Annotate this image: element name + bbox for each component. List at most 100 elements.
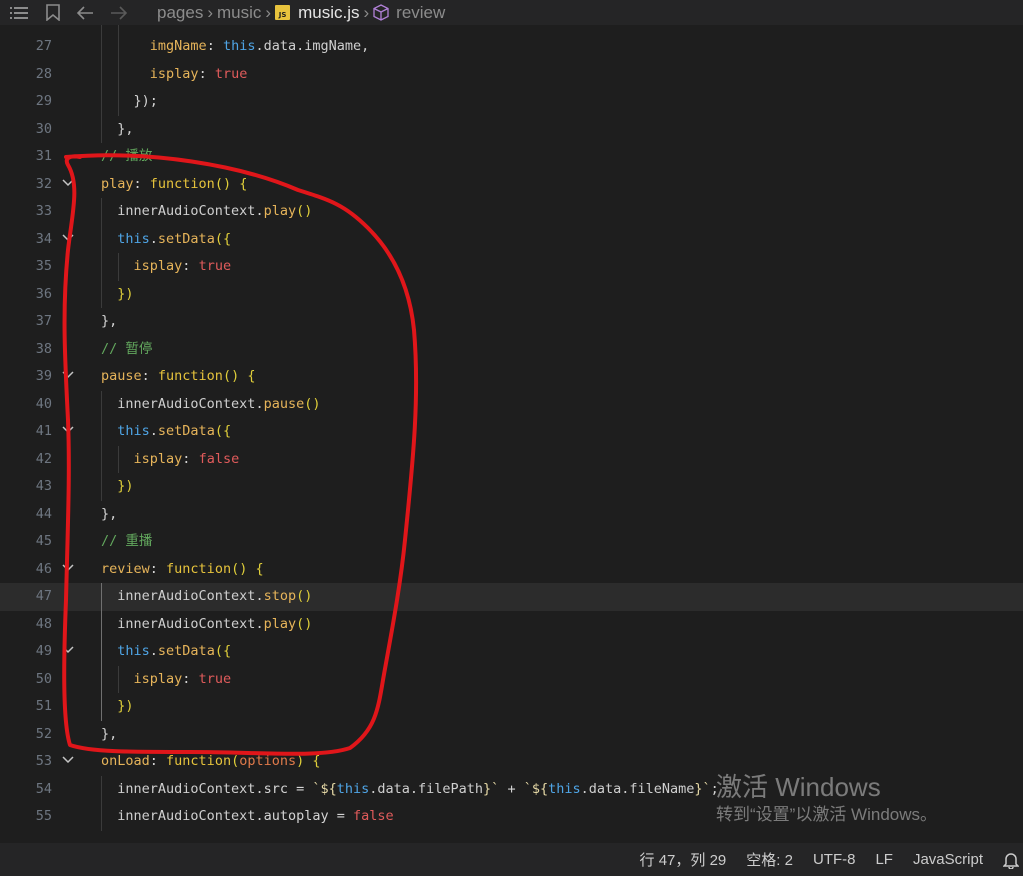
code-token: function [166, 560, 232, 577]
code-token: . [255, 615, 264, 632]
breadcrumb-item-pages[interactable]: pages [157, 3, 203, 23]
indent-guide [101, 583, 102, 721]
indentation-setting[interactable]: 空格: 2 [746, 849, 793, 870]
line-number: 27 [35, 38, 52, 54]
code-token: pause [263, 395, 305, 412]
line-number: 32 [35, 175, 52, 192]
code-token: function [149, 175, 215, 192]
line-number: 34 [35, 230, 52, 247]
code-line[interactable]: 36 }) [0, 281, 1023, 309]
breadcrumb-item-file[interactable]: music.js [298, 3, 359, 23]
line-number: 35 [35, 258, 52, 274]
fold-chevron-icon[interactable] [61, 556, 75, 584]
code-text: }); [101, 88, 158, 116]
code-line[interactable]: 46 review: function() { [0, 556, 1023, 584]
code-token: play [263, 203, 297, 219]
code-text: }) [101, 473, 134, 501]
line-number: 33 [35, 203, 52, 219]
code-line[interactable]: 27 imgName: this.data.imgName, [0, 33, 1023, 61]
code-line[interactable]: 37}, [0, 308, 1023, 336]
fold-chevron-icon[interactable] [61, 363, 75, 391]
indent-guide [101, 775, 102, 831]
code-token: () [304, 395, 321, 412]
code-text: this.setData({ [101, 418, 231, 446]
code-text: }, [101, 116, 133, 144]
eol-setting[interactable]: LF [875, 851, 893, 868]
code-line[interactable]: 44}, [0, 501, 1023, 529]
fold-chevron-icon[interactable] [61, 226, 75, 254]
arrow-left-icon[interactable] [68, 5, 102, 20]
breadcrumb-item-music[interactable]: music [217, 3, 261, 23]
line-number: 46 [35, 560, 52, 577]
language-mode[interactable]: JavaScript [913, 851, 983, 868]
code-token: function [166, 753, 232, 769]
indent-guide [101, 390, 102, 501]
code-line[interactable]: 41 this.setData({ [0, 418, 1023, 446]
code-token: `${ [523, 780, 549, 797]
line-number: 29 [35, 93, 52, 109]
code-line[interactable]: 29 }); [0, 88, 1023, 116]
code-token: : [182, 450, 199, 467]
code-text: review: function() { [101, 556, 264, 584]
line-number: 55 [35, 808, 52, 824]
fold-chevron-icon[interactable] [61, 171, 75, 199]
fold-chevron-icon[interactable] [61, 748, 75, 776]
code-line[interactable]: 52}, [0, 721, 1023, 749]
code-text: // 重播 [101, 528, 152, 556]
js-file-icon: JS [275, 5, 291, 20]
code-token: }, [101, 313, 118, 329]
bell-icon[interactable] [1003, 851, 1019, 869]
code-line[interactable]: 51 }) [0, 693, 1023, 721]
code-line[interactable]: 49 this.setData({ [0, 638, 1023, 666]
code-line[interactable]: 47 innerAudioContext.stop() [0, 583, 1023, 611]
activate-windows-watermark: 激活 Windows 转到“设置”以激活 Windows。 [716, 771, 937, 827]
code-editor[interactable]: 26 fileName: this.data.fileName,27 imgNa… [0, 25, 1023, 843]
code-line[interactable]: 33 innerAudioContext.play() [0, 198, 1023, 226]
code-token: .data.filePath [369, 780, 484, 797]
code-token: : [141, 368, 158, 384]
arrow-right-icon[interactable] [102, 5, 136, 20]
code-line[interactable]: 35 isplay: true [0, 253, 1023, 281]
code-line[interactable]: 48 innerAudioContext.play() [0, 611, 1023, 639]
code-line[interactable]: 45 // 重播 [0, 528, 1023, 556]
code-line[interactable]: 30 }, [0, 116, 1023, 144]
code-line[interactable]: 34 this.setData({ [0, 226, 1023, 254]
watermark-subtitle: 转到“设置”以激活 Windows。 [716, 805, 938, 824]
code-token: pause [101, 368, 142, 384]
breadcrumb-item-review[interactable]: review [396, 3, 445, 23]
code-line[interactable]: 50 isplay: true [0, 666, 1023, 694]
encoding-setting[interactable]: UTF-8 [813, 851, 856, 868]
code-token: }) [117, 478, 134, 494]
code-token: this [117, 643, 150, 659]
code-token: }` [483, 780, 500, 797]
code-token: innerAudioContext [117, 203, 256, 219]
code-line[interactable]: 28 isplay: true [0, 61, 1023, 89]
code-line[interactable]: 43 }) [0, 473, 1023, 501]
menu-icon[interactable] [0, 6, 38, 20]
fold-chevron-icon[interactable] [61, 418, 75, 446]
code-line[interactable]: 31 // 播放 [0, 143, 1023, 171]
line-number: 38 [35, 340, 52, 357]
code-line[interactable]: 38 // 暂停 [0, 336, 1023, 364]
code-token: innerAudioContext [117, 615, 256, 632]
code-token: this [117, 423, 150, 439]
fold-chevron-icon[interactable] [61, 638, 75, 666]
code-line[interactable]: 42 isplay: false [0, 446, 1023, 474]
code-line[interactable]: 40 innerAudioContext.pause() [0, 391, 1023, 419]
code-line[interactable]: 32 play: function() { [0, 171, 1023, 199]
code-text: innerAudioContext.play() [101, 611, 312, 639]
code-text: isplay: false [101, 446, 240, 474]
code-line[interactable]: 39 pause: function() { [0, 363, 1023, 391]
code-text: }) [101, 693, 133, 721]
code-token: ({ [214, 423, 232, 439]
cursor-position[interactable]: 行 47，列 29 [640, 849, 727, 870]
bookmark-icon[interactable] [38, 4, 68, 21]
code-text: pause: function() { [101, 363, 255, 391]
code-line[interactable]: 26 fileName: this.data.fileName, [0, 25, 1023, 33]
